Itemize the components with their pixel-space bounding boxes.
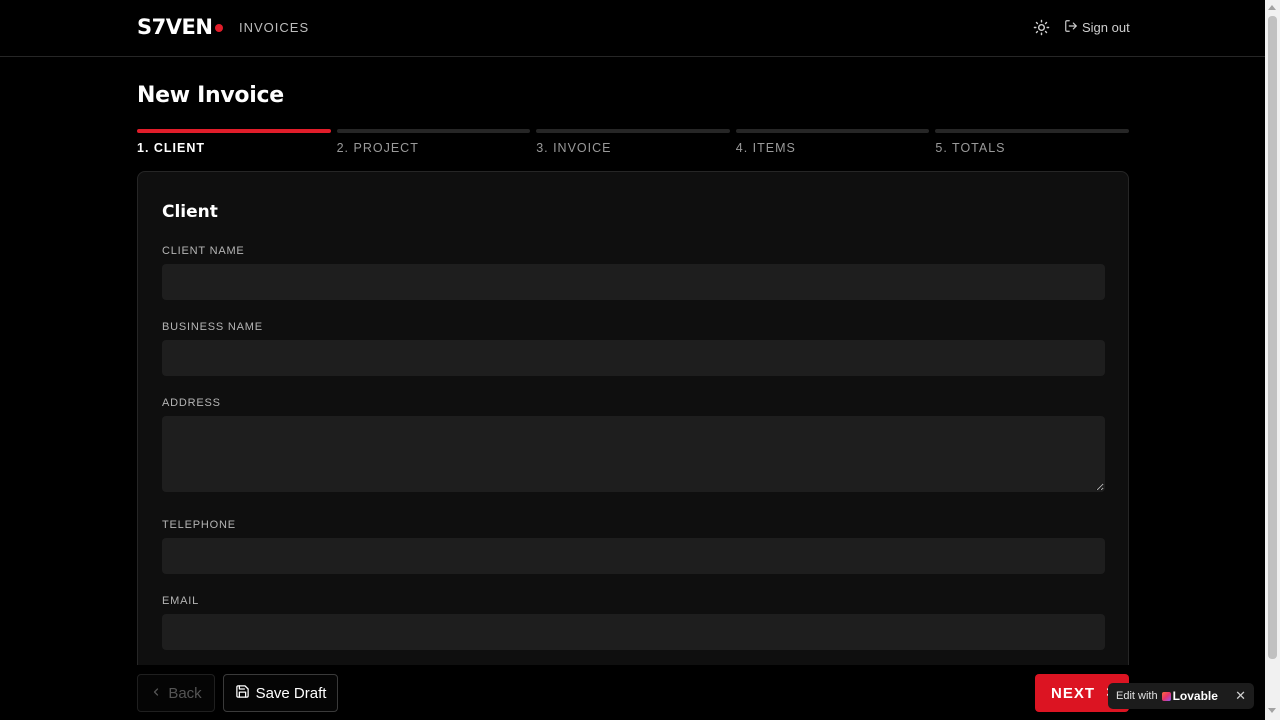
- lovable-logo: Lovable: [1161, 689, 1218, 703]
- step-progress-bar: [137, 129, 331, 133]
- step-label: 2. PROJECT: [336, 141, 419, 155]
- lovable-prefix: Edit with: [1116, 690, 1158, 702]
- step-label: 1. CLIENT: [137, 141, 206, 155]
- top-bar: S7VEN INVOICES Sign out: [0, 0, 1265, 57]
- scroll-down-arrow-icon[interactable]: [1268, 708, 1276, 713]
- save-draft-button[interactable]: Save Draft: [223, 674, 338, 712]
- edit-with-lovable-badge[interactable]: Edit with Lovable ✕: [1108, 683, 1254, 709]
- sun-icon[interactable]: [1033, 19, 1050, 36]
- step-progress-bar: [336, 129, 531, 133]
- nav-invoices-link[interactable]: INVOICES: [239, 20, 309, 35]
- step-items[interactable]: 4. ITEMS: [735, 129, 930, 155]
- page-scrollbar[interactable]: [1265, 0, 1280, 720]
- stepper: 1. CLIENT 2. PROJECT 3. INVOICE 4. ITEMS…: [137, 129, 1129, 155]
- telephone-label: TELEPHONE: [162, 519, 236, 531]
- section-title: Client: [162, 202, 218, 222]
- business-name-label: BUSINESS NAME: [162, 321, 263, 333]
- lovable-brand-label: Lovable: [1172, 689, 1218, 703]
- client-form-card: Client CLIENT NAME BUSINESS NAME ADDRESS…: [137, 171, 1129, 711]
- address-textarea[interactable]: [162, 416, 1105, 492]
- address-label: ADDRESS: [162, 397, 221, 409]
- step-label: 3. INVOICE: [536, 141, 612, 155]
- chevron-left-icon: [150, 685, 162, 702]
- save-icon: [235, 684, 250, 703]
- page-title: New Invoice: [137, 83, 284, 108]
- client-name-label: CLIENT NAME: [162, 245, 245, 257]
- step-progress-bar: [536, 129, 730, 133]
- lovable-heart-icon: [1161, 691, 1171, 701]
- next-label: NEXT: [1051, 684, 1096, 702]
- step-totals[interactable]: 5. TOTALS: [935, 129, 1129, 155]
- back-label: Back: [168, 684, 202, 702]
- telephone-input[interactable]: [162, 538, 1105, 574]
- sign-out-button[interactable]: Sign out: [1064, 19, 1130, 36]
- step-progress-bar: [735, 129, 930, 133]
- scrollbar-thumb[interactable]: [1268, 16, 1277, 659]
- close-icon[interactable]: ✕: [1235, 688, 1246, 704]
- step-progress-bar: [935, 129, 1129, 133]
- step-project[interactable]: 2. PROJECT: [336, 129, 531, 155]
- business-name-input[interactable]: [162, 340, 1105, 376]
- email-input[interactable]: [162, 614, 1105, 650]
- step-client[interactable]: 1. CLIENT: [137, 129, 331, 155]
- client-name-input[interactable]: [162, 264, 1105, 300]
- save-draft-label: Save Draft: [255, 684, 327, 702]
- back-button[interactable]: Back: [137, 674, 215, 712]
- sign-out-label: Sign out: [1082, 20, 1130, 35]
- step-label: 5. TOTALS: [935, 141, 1006, 155]
- log-out-icon: [1064, 19, 1078, 36]
- logo-dot: [215, 24, 223, 32]
- logo[interactable]: S7VEN: [137, 15, 213, 39]
- step-invoice[interactable]: 3. INVOICE: [536, 129, 730, 155]
- scroll-up-arrow-icon[interactable]: [1268, 5, 1276, 10]
- email-label: EMAIL: [162, 595, 200, 607]
- step-label: 4. ITEMS: [735, 141, 796, 155]
